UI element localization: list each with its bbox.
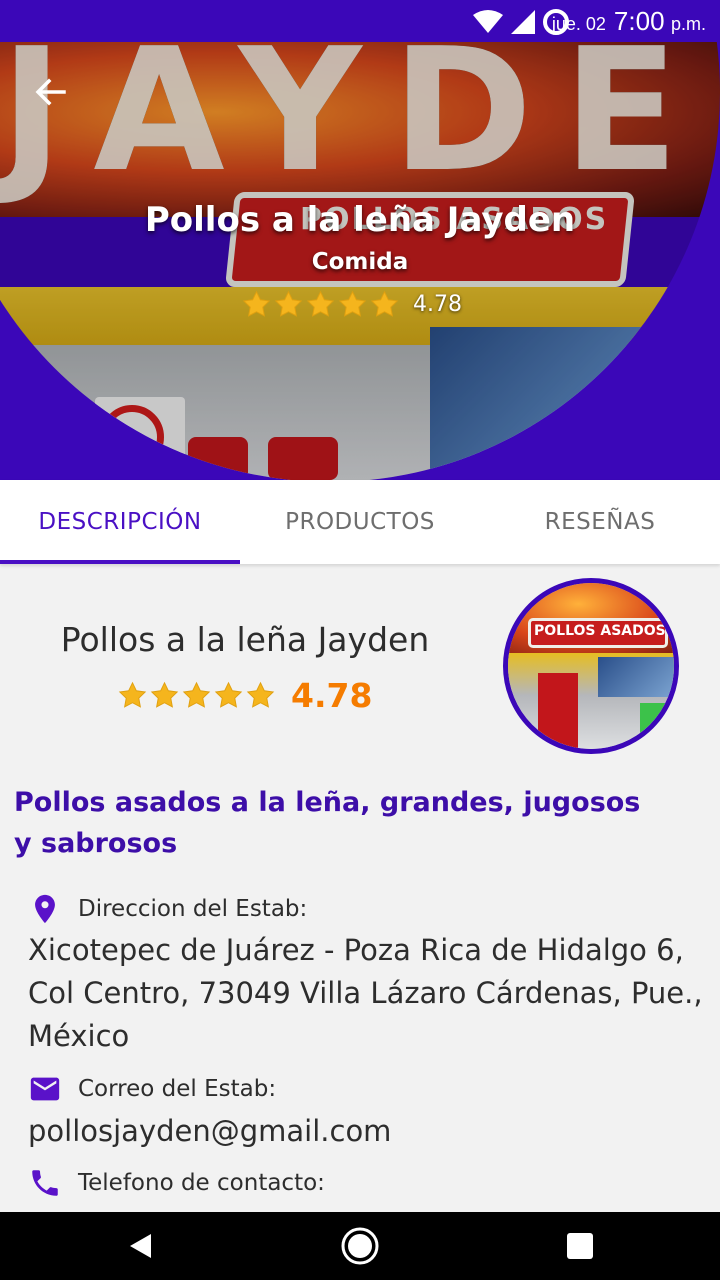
business-avatar: POLLOS ASADOS <box>503 578 679 754</box>
tab-resenas[interactable]: RESEÑAS <box>480 480 720 564</box>
hero-rating-value: 4.78 <box>413 292 462 317</box>
location-pin-icon <box>35 894 55 924</box>
recents-square-icon <box>567 1233 593 1259</box>
status-clock-suffix: p.m. <box>670 14 706 34</box>
avatar-sign: POLLOS ASADOS <box>534 623 666 639</box>
nav-home-button[interactable] <box>340 1226 380 1266</box>
email-value[interactable]: pollosjayden@gmail.com <box>28 1110 708 1153</box>
star-icon <box>150 681 179 708</box>
business-stars <box>118 681 275 710</box>
email-row: Correo del Estab: <box>28 1072 276 1106</box>
status-clock-group: 7:00 p.m. <box>614 6 706 37</box>
signal-icon <box>511 10 535 34</box>
tab-descripcion[interactable]: DESCRIPCIÓN <box>0 480 240 564</box>
tab-bar: DESCRIPCIÓN PRODUCTOS RESEÑAS <box>0 480 720 564</box>
nav-recents-button[interactable] <box>560 1226 600 1266</box>
back-button[interactable] <box>30 74 70 110</box>
star-icon <box>306 290 335 317</box>
back-triangle-icon <box>130 1234 151 1258</box>
star-icon <box>182 681 211 708</box>
email-label: Correo del Estab: <box>78 1076 277 1102</box>
phone-icon <box>32 1170 58 1196</box>
tab-productos[interactable]: PRODUCTOS <box>240 480 480 564</box>
status-bar: jue. 02 7:00 p.m. <box>0 0 720 42</box>
status-time: jue. 02 7:00 p.m. <box>552 6 706 37</box>
business-rating: 4.78 <box>118 676 372 715</box>
status-date: jue. 02 <box>551 14 606 34</box>
status-clock: 7:00 <box>613 6 665 36</box>
hero-rating: 4.78 <box>242 290 462 319</box>
arrow-left-icon <box>35 78 66 106</box>
home-circle-icon <box>341 1227 379 1265</box>
address-value: Xicotepec de Juárez - Poza Rica de Hidal… <box>28 933 703 1053</box>
system-nav-bar <box>0 1212 720 1280</box>
star-icon <box>242 290 271 317</box>
phone-row: Telefono de contacto: <box>28 1166 325 1200</box>
star-icon <box>118 681 147 708</box>
business-description: Pollos asados a la leña, grandes, jugoso… <box>14 787 641 859</box>
star-icon <box>274 290 303 317</box>
address-row: Direccion del Estab: <box>28 892 307 926</box>
hero-stars <box>242 290 399 319</box>
hero-header: JAYDE POLLOS ASADOS Pollos a la leña Jay… <box>0 42 720 480</box>
business-rating-value: 4.78 <box>291 676 373 715</box>
star-icon <box>214 681 243 708</box>
star-icon <box>246 681 275 708</box>
business-name: Pollos a la leña Jayden <box>60 620 430 659</box>
phone-label: Telefono de contacto: <box>78 1170 325 1196</box>
address-label: Direccion del Estab: <box>78 896 308 922</box>
star-icon <box>370 290 399 317</box>
hero-title: Pollos a la leña Jayden <box>144 200 576 240</box>
mail-icon <box>30 1077 60 1101</box>
star-icon <box>338 290 367 317</box>
wifi-icon <box>473 10 503 33</box>
hero-category: Comida <box>311 249 409 275</box>
nav-back-button[interactable] <box>120 1226 160 1266</box>
